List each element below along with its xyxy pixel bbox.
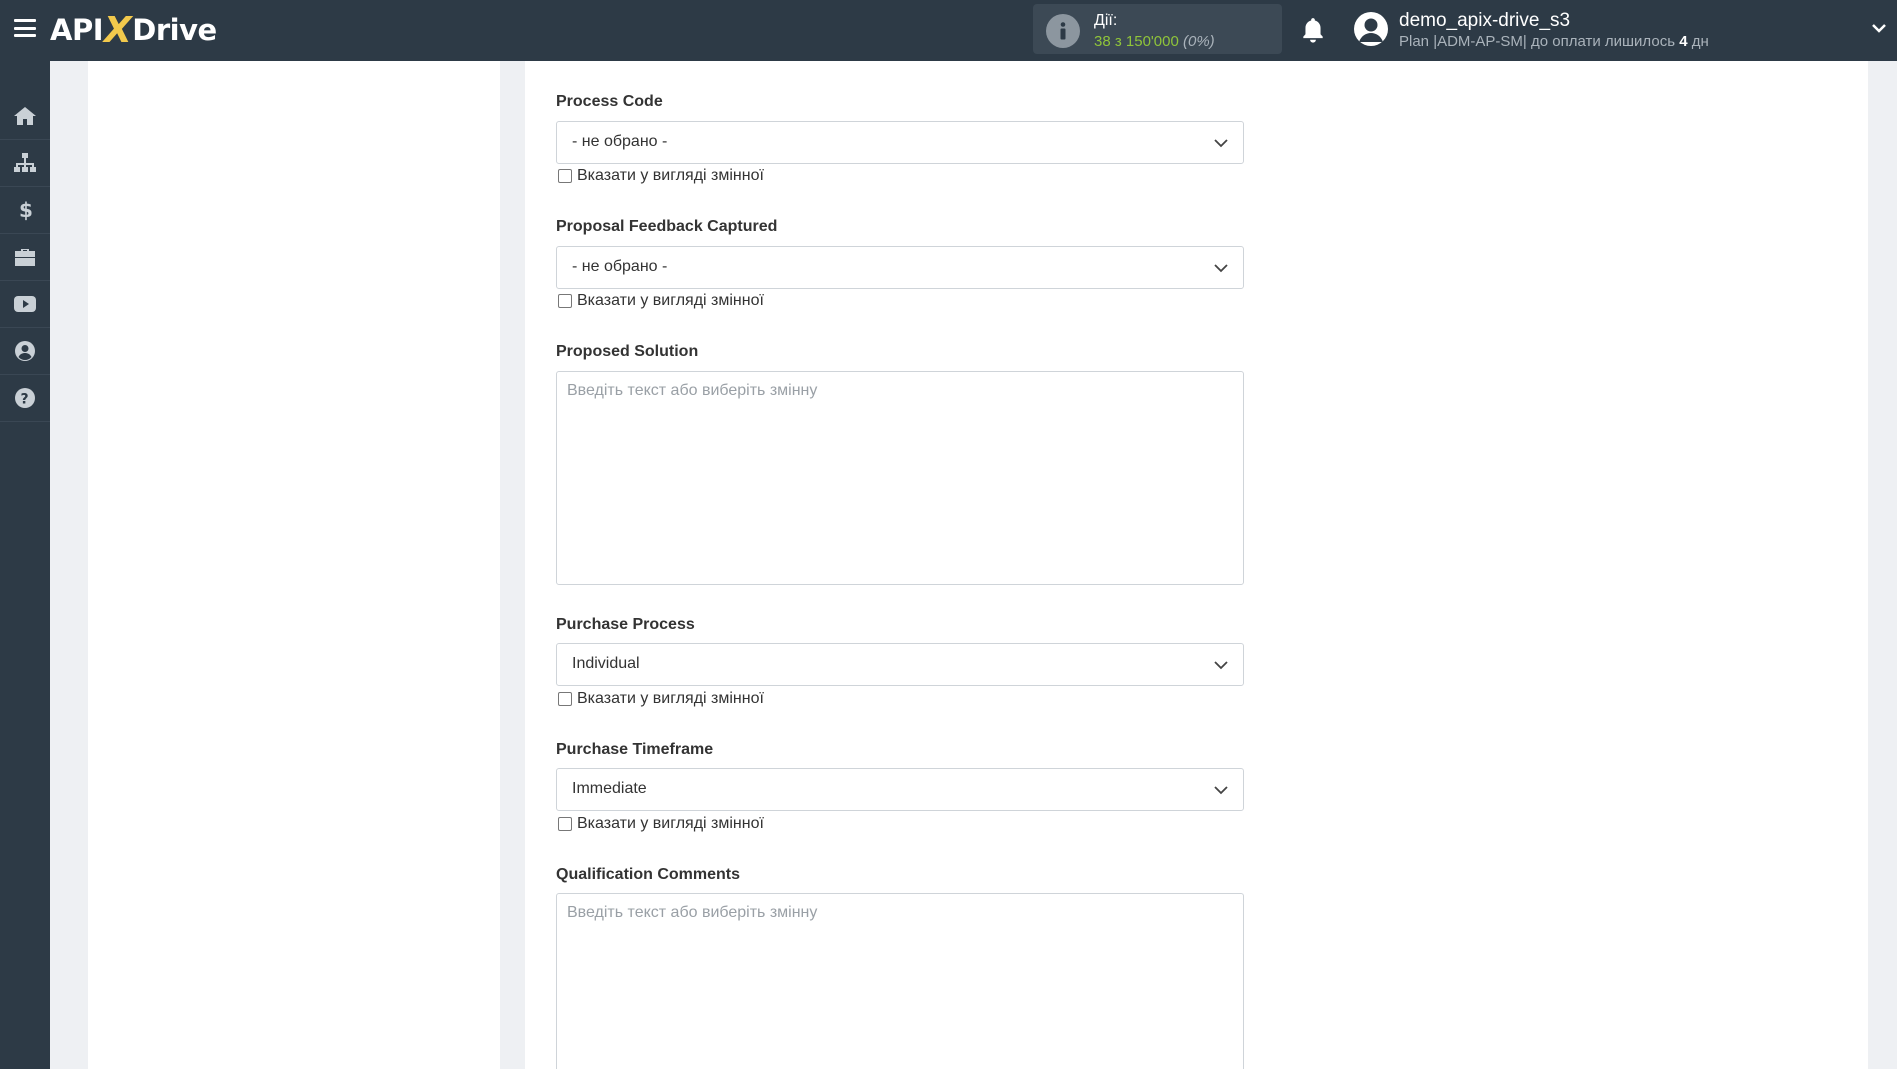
avatar[interactable]	[1354, 12, 1388, 46]
actions-value: 38 з 150'000 (0%)	[1094, 33, 1215, 50]
field-label-purchase-timeframe: Purchase Timeframe	[556, 741, 714, 758]
proposal-feedback-select[interactable]: - не обрано -	[556, 246, 1244, 289]
sidebar: $ ?	[0, 61, 50, 1069]
proposed-solution-textarea[interactable]: Введіть текст або виберіть змінну	[556, 371, 1244, 585]
purchase-timeframe-variable-toggle[interactable]: Вказати у вигляді змінної	[558, 815, 764, 833]
process-code-variable-toggle[interactable]: Вказати у вигляді змінної	[558, 167, 764, 185]
checkbox[interactable]	[558, 817, 572, 831]
field-label-proposed-solution: Proposed Solution	[556, 343, 699, 360]
purchase-process-select[interactable]: Individual	[556, 643, 1244, 686]
chevron-down-icon	[1214, 264, 1228, 273]
field-label-process-code: Process Code	[556, 93, 663, 110]
apix-drive-logo[interactable]: API X Drive	[50, 10, 217, 51]
youtube-icon	[14, 296, 36, 312]
actions-label: Дії:	[1094, 12, 1118, 29]
checkbox[interactable]	[558, 692, 572, 706]
plan-info: Plan |ADM-AP-SM| до оплати лишилось 4 дн	[1399, 33, 1709, 50]
sidebar-item-tools[interactable]	[0, 234, 50, 281]
checkbox[interactable]	[558, 169, 572, 183]
chevron-down-icon	[1214, 661, 1228, 670]
sidebar-item-connections[interactable]	[0, 140, 50, 187]
chevron-down-icon	[1214, 139, 1228, 148]
chevron-down-icon	[1214, 786, 1228, 795]
home-icon	[14, 107, 36, 125]
checkbox[interactable]	[558, 294, 572, 308]
sidebar-item-video[interactable]	[0, 281, 50, 328]
question-icon: ?	[15, 388, 35, 408]
field-label-proposal-feedback: Proposal Feedback Captured	[556, 218, 778, 235]
field-label-qualification-comments: Qualification Comments	[556, 866, 741, 883]
sitemap-icon	[14, 153, 36, 172]
dollar-icon: $	[19, 199, 32, 221]
hamburger-menu-icon[interactable]	[14, 19, 36, 37]
field-label-purchase-process: Purchase Process	[556, 616, 695, 633]
sidebar-item-billing[interactable]: $	[0, 187, 50, 234]
qualification-comments-textarea[interactable]: Введіть текст або виберіть змінну	[556, 893, 1244, 1069]
briefcase-icon	[15, 249, 35, 266]
user-circle-icon	[15, 341, 35, 361]
chevron-down-icon[interactable]	[1871, 22, 1887, 36]
proposal-feedback-variable-toggle[interactable]: Вказати у вигляді змінної	[558, 292, 764, 310]
purchase-process-variable-toggle[interactable]: Вказати у вигляді змінної	[558, 690, 764, 708]
left-panel	[88, 61, 500, 1069]
svg-text:$: $	[19, 199, 32, 221]
bell-icon[interactable]	[1300, 16, 1326, 44]
top-bar: API X Drive Дії: 38 з 150'000 (0%) demo_ap…	[0, 0, 1897, 61]
svg-text:?: ?	[21, 392, 29, 408]
process-code-select[interactable]: - не обрано -	[556, 121, 1244, 164]
sidebar-item-help[interactable]: ?	[0, 375, 50, 422]
actions-counter[interactable]: Дії: 38 з 150'000 (0%)	[1033, 4, 1282, 54]
info-icon	[1046, 14, 1080, 48]
sidebar-item-home[interactable]	[0, 93, 50, 140]
purchase-timeframe-select[interactable]: Immediate	[556, 768, 1244, 811]
user-name[interactable]: demo_apix-drive_s3	[1399, 10, 1570, 32]
sidebar-item-profile[interactable]	[0, 328, 50, 375]
